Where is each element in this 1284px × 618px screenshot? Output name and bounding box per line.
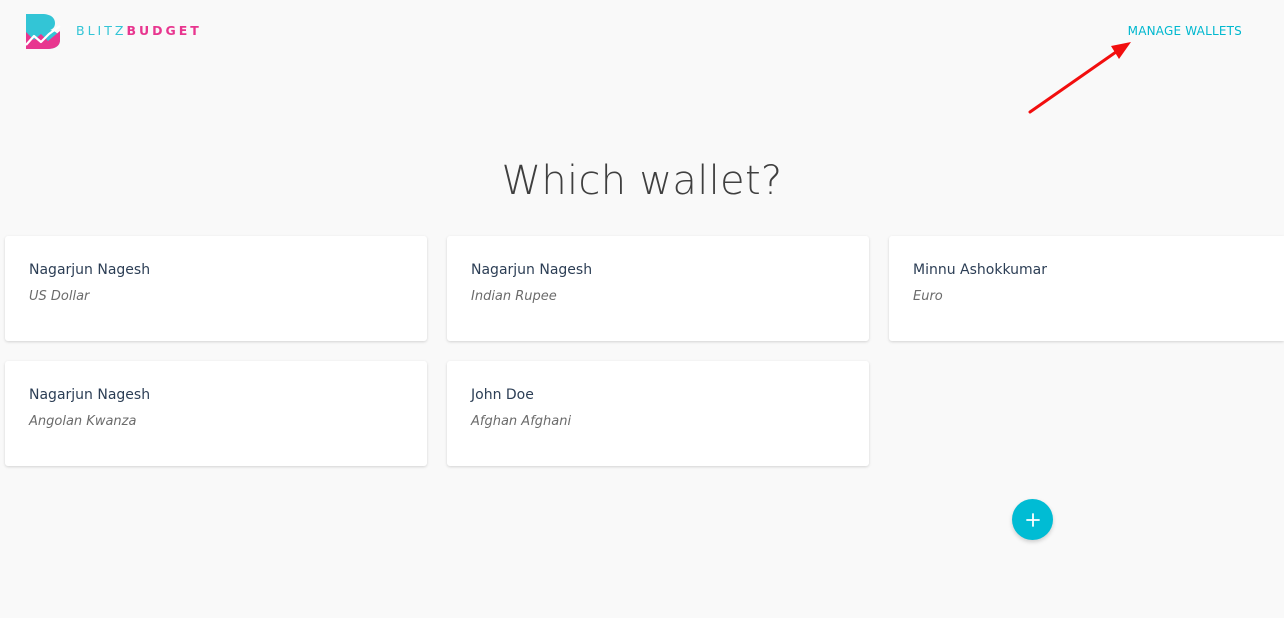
wallet-selection-page: BLITZBUDGET MANAGE WALLETS Which wallet?… bbox=[0, 0, 1284, 618]
wallet-card[interactable]: Nagarjun Nagesh US Dollar bbox=[5, 236, 427, 341]
add-wallet-button[interactable] bbox=[1012, 499, 1053, 540]
wallet-currency: Indian Rupee bbox=[471, 288, 557, 304]
wallet-owner: Nagarjun Nagesh bbox=[471, 262, 593, 278]
wallet-card[interactable]: Nagarjun Nagesh Angolan Kwanza bbox=[5, 361, 427, 466]
red-arrow-icon bbox=[1028, 42, 1131, 114]
wallet-owner: Minnu Ashokkumar bbox=[913, 262, 1047, 278]
wallet-card[interactable]: Nagarjun Nagesh Indian Rupee bbox=[447, 236, 869, 341]
wallet-owner: Nagarjun Nagesh bbox=[29, 262, 151, 278]
blitzbudget-logo-icon bbox=[25, 14, 61, 49]
manage-wallets-link[interactable]: MANAGE WALLETS bbox=[1128, 24, 1242, 38]
brand-name-light: BLITZ bbox=[76, 22, 127, 38]
brand-logo-link[interactable]: BLITZBUDGET bbox=[24, 12, 202, 50]
wallet-card[interactable]: Minnu Ashokkumar Euro bbox=[889, 236, 1284, 341]
wallet-currency: Euro bbox=[913, 288, 943, 304]
brand-name-bold: BUDGET bbox=[126, 22, 202, 38]
page-title: Which wallet? bbox=[501, 158, 783, 204]
brand-name: BLITZBUDGET bbox=[76, 22, 202, 38]
wallet-owner: Nagarjun Nagesh bbox=[29, 387, 151, 403]
wallet-currency: US Dollar bbox=[29, 288, 90, 304]
wallet-currency: Afghan Afghani bbox=[471, 413, 572, 429]
wallet-card[interactable]: John Doe Afghan Afghani bbox=[447, 361, 869, 466]
plus-icon bbox=[1025, 512, 1040, 527]
wallet-owner: John Doe bbox=[471, 387, 534, 403]
wallet-currency: Angolan Kwanza bbox=[29, 413, 137, 429]
